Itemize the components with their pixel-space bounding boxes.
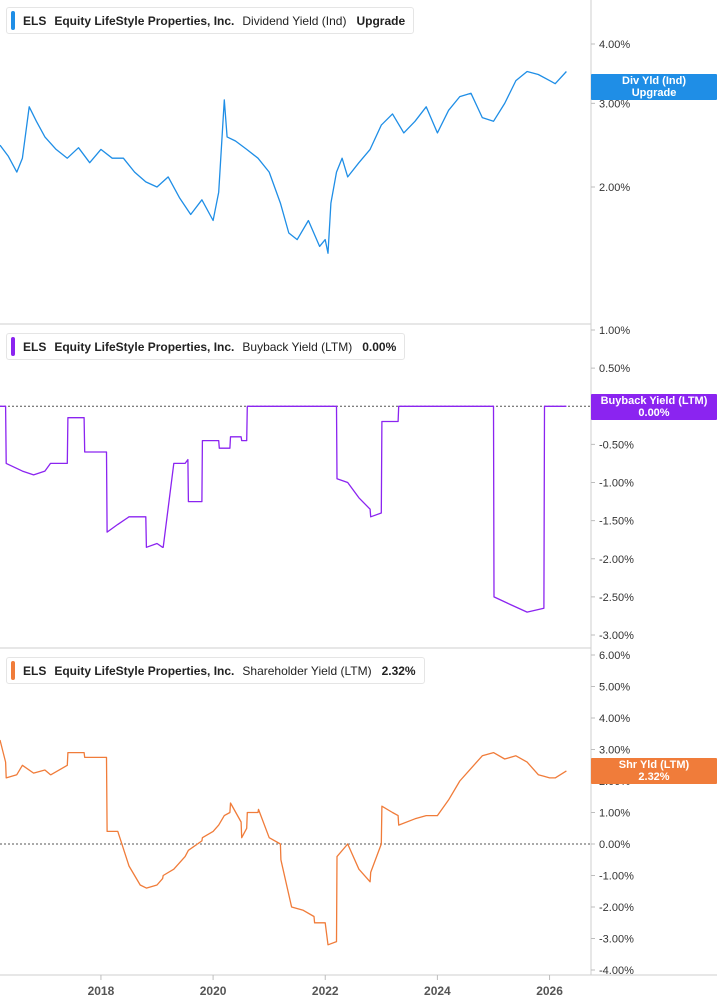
x-tick-label: 2024 <box>424 984 451 998</box>
panel3-metric: Shareholder Yield (LTM) <box>242 663 372 678</box>
panel2-company: Equity LifeStyle Properties, Inc. <box>54 339 235 354</box>
y-tick-label: 5.00% <box>599 682 630 694</box>
panel3-company: Equity LifeStyle Properties, Inc. <box>54 663 235 678</box>
panel2-end-label-value: 0.00% <box>638 407 670 419</box>
x-tick-label: 2020 <box>200 984 227 998</box>
y-tick-label: 0.00% <box>599 839 630 851</box>
panel1-ticker: ELS <box>23 13 47 28</box>
panel2-metric: Buyback Yield (LTM) <box>242 339 353 354</box>
y-tick-label: 2.00% <box>599 182 630 194</box>
panel2-legend-swatch <box>11 337 15 356</box>
y-tick-label: -1.00% <box>599 478 634 490</box>
x-tick-label: 2026 <box>536 984 563 998</box>
y-tick-label: -2.00% <box>599 902 634 914</box>
chart-canvas: 4.00% 3.00% 2.00% 1.00% 0.50% -0.50% -1.00% -1.… <box>0 0 717 998</box>
y-tick-label: 4.00% <box>599 713 630 725</box>
series-line-3 <box>0 739 567 946</box>
y-tick-label: 1.00% <box>599 808 630 820</box>
y-tick-label: 1.00% <box>599 325 630 337</box>
panel2-end-label: Buyback Yield (LTM) 0.00% <box>591 394 717 420</box>
y-tick-label: 4.00% <box>599 39 630 51</box>
series-line-1 <box>0 70 567 254</box>
panel3-end-label-name: Shr Yld (LTM) <box>618 759 690 771</box>
panel2-ticker: ELS <box>23 339 47 354</box>
panel1-company: Equity LifeStyle Properties, Inc. <box>54 13 235 28</box>
y-tick-label: -1.00% <box>599 871 634 883</box>
series-line-2 <box>0 405 567 613</box>
panel1-end-label-value[interactable]: Upgrade <box>591 87 717 99</box>
panel3-ticker: ELS <box>23 663 47 678</box>
panel1-legend[interactable]: ELS Equity LifeStyle Properties, Inc. Di… <box>6 7 415 34</box>
panel3-value: 2.32% <box>381 663 416 678</box>
y-tick-label: 0.50% <box>599 363 630 375</box>
y-tick-label: -2.00% <box>599 554 634 566</box>
y-tick-label: 3.00% <box>599 745 630 757</box>
panel3-legend[interactable]: ELS Equity LifeStyle Properties, Inc. Sh… <box>6 657 425 684</box>
y-tick-label: 6.00% <box>599 650 630 662</box>
panel3-end-label-value: 2.32% <box>638 771 670 783</box>
stacked-yield-charts: 4.00% 3.00% 2.00% 1.00% 0.50% -0.50% -1.00% -1.… <box>0 0 717 1005</box>
panel1-legend-swatch <box>11 11 15 30</box>
y-tick-label: -3.00% <box>599 630 634 642</box>
x-tick-label: 2018 <box>88 984 115 998</box>
panel3-end-label: Shr Yld (LTM) 2.32% <box>591 758 717 784</box>
y-tick-label: -0.50% <box>599 439 634 451</box>
y-tick-label: -4.00% <box>599 965 634 977</box>
panel1-value[interactable]: Upgrade <box>356 14 405 28</box>
x-tick-label: 2022 <box>312 984 339 998</box>
y-tick-label: -2.50% <box>599 592 634 604</box>
panel1-end-label-name: Div Yld (Ind) <box>622 75 686 87</box>
panel2-value: 0.00% <box>362 339 397 354</box>
panel1-end-label: Div Yld (Ind) Upgrade <box>591 74 717 100</box>
panel2-end-label-name: Buyback Yield (LTM) <box>600 395 708 407</box>
y-tick-label: 3.00% <box>599 98 630 110</box>
y-tick-label: -1.50% <box>599 516 634 528</box>
panel3-legend-swatch <box>11 661 15 680</box>
panel2-legend[interactable]: ELS Equity LifeStyle Properties, Inc. Bu… <box>6 333 406 360</box>
y-tick-label: -3.00% <box>599 934 634 946</box>
panel1-metric: Dividend Yield (Ind) <box>242 13 347 28</box>
